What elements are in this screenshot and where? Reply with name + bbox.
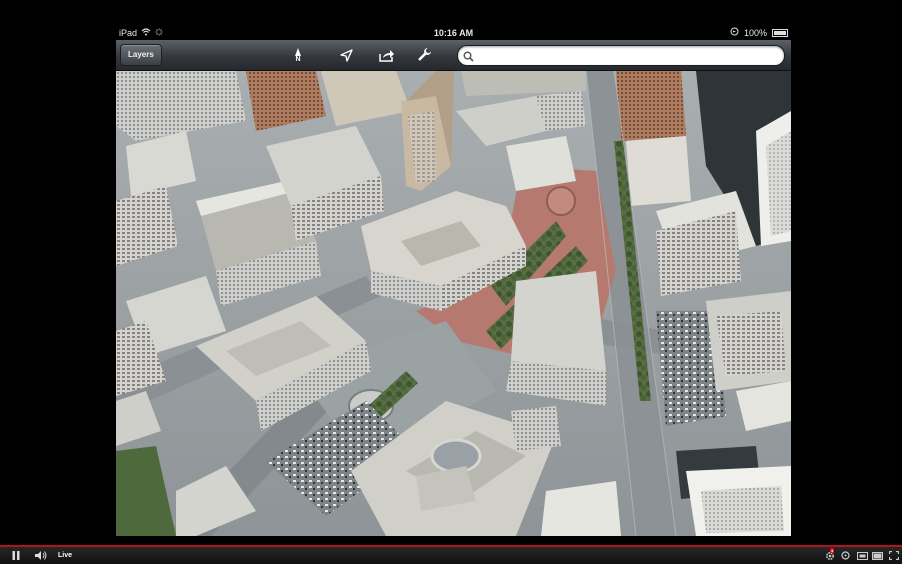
battery-icon [772, 29, 788, 37]
hd-badge: ● [830, 548, 835, 553]
pause-icon[interactable] [10, 550, 22, 561]
search-field[interactable] [457, 45, 785, 66]
map-view-3d[interactable] [116, 71, 791, 536]
building-brick-east [616, 71, 686, 141]
small-player-icon[interactable] [856, 550, 868, 561]
volume-icon[interactable] [34, 550, 48, 561]
layers-button[interactable]: Layers [120, 44, 162, 66]
plaza-fountain [546, 186, 576, 216]
fullscreen-icon[interactable] [888, 550, 900, 561]
search-input[interactable] [478, 47, 778, 65]
live-label: Live [58, 552, 73, 559]
location-lock-icon [730, 26, 739, 40]
annotations-icon[interactable] [840, 550, 850, 561]
status-bar: iPad 10:16 AM 100% [116, 26, 791, 40]
flyover-map-canvas [116, 71, 791, 536]
search-icon [463, 49, 474, 67]
large-player-icon[interactable] [871, 550, 883, 561]
building-south-central [511, 271, 606, 371]
compass-icon[interactable]: N [288, 45, 308, 65]
current-location-icon[interactable] [336, 45, 356, 65]
video-player-controls: Live ● [0, 547, 902, 564]
status-time: 10:16 AM [433, 28, 474, 38]
ipad-screen: iPad 10:16 AM 100% Layers N [116, 26, 791, 536]
wrench-icon[interactable] [415, 45, 435, 65]
maps-toolbar: Layers N [116, 40, 791, 71]
share-icon[interactable] [377, 45, 397, 65]
compass-letter: N [295, 55, 301, 63]
battery-percent: 100% [743, 28, 767, 38]
